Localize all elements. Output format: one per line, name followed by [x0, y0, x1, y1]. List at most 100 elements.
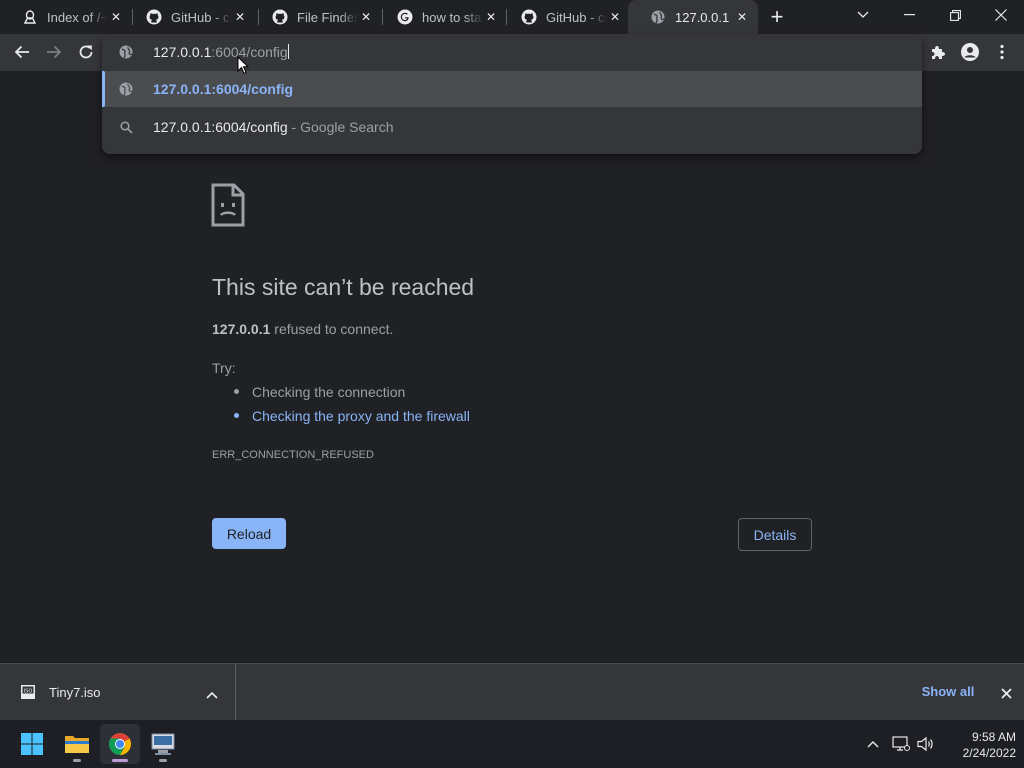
omnibox-suggestion-search[interactable]: 127.0.0.1:6004/config - Google Search: [102, 109, 922, 145]
chrome-taskbar-button[interactable]: [100, 724, 140, 764]
search-icon: [118, 119, 134, 135]
omnibox-dropdown: 127.0.0.1:6004/config 127.0.0.1:6004/con…: [102, 34, 922, 154]
clock-time: 9:58 AM: [971, 730, 1016, 744]
new-tab-button[interactable]: +: [764, 5, 790, 29]
chrome-icon: [109, 733, 131, 755]
sad-page-icon: [211, 183, 245, 232]
suggestion-text: 127.0.0.1:6004/config: [153, 81, 294, 97]
file-explorer-icon: [65, 736, 89, 753]
windows-start-icon: [21, 733, 43, 755]
mouse-cursor: [237, 55, 250, 80]
network-config-button[interactable]: [143, 724, 183, 764]
tab-close-icon[interactable]: ✕: [232, 9, 248, 25]
clock[interactable]: 9:58 AM 2/24/2022: [944, 729, 1016, 761]
chevron-down-icon: [857, 11, 869, 18]
address-input[interactable]: 127.0.0.1:6004/config: [153, 44, 289, 60]
tab-strip: Index of /~ ✕ GitHub - co ✕ File Finder …: [0, 0, 1024, 34]
error-title: This site can’t be reached: [212, 274, 475, 300]
text-caret: [287, 44, 289, 59]
menu-button[interactable]: [987, 37, 1017, 67]
tab-close-icon[interactable]: ✕: [734, 9, 750, 25]
volume-icon: [917, 736, 933, 752]
close-icon: [1000, 687, 1012, 699]
suggestion-check-proxy-link[interactable]: Checking the proxy and the firewall: [234, 408, 470, 424]
omnibox-suggestion-url[interactable]: 127.0.0.1:6004/config: [102, 71, 922, 107]
separator: [986, 677, 987, 707]
tab-github-1[interactable]: GitHub - co ✕: [124, 0, 256, 34]
tab-title: GitHub - co: [171, 9, 232, 25]
show-all-button[interactable]: Show all: [910, 684, 986, 699]
profile-button[interactable]: [955, 37, 985, 67]
bullet: [234, 389, 239, 394]
tab-google-search[interactable]: how to star ✕: [375, 0, 507, 34]
tab-title: Index of /~: [47, 9, 108, 25]
more-vertical-icon: [1000, 44, 1004, 60]
url-host: 127.0.0.1: [153, 44, 212, 60]
minimize-button[interactable]: [886, 0, 932, 30]
chevron-up-icon: [867, 741, 879, 748]
back-button[interactable]: [7, 37, 37, 67]
tab-active-localhost[interactable]: 127.0.0.1 ✕: [628, 0, 758, 34]
profile-icon: [961, 43, 979, 61]
running-indicator: [159, 759, 167, 762]
tab-github-2[interactable]: GitHub - co ✕: [499, 0, 631, 34]
suggestion-suffix: - Google Search: [287, 119, 394, 135]
chevron-up-icon[interactable]: [206, 686, 218, 704]
forward-button[interactable]: [39, 37, 69, 67]
clock-date: 2/24/2022: [962, 746, 1016, 760]
download-item[interactable]: ISO Tiny7.iso: [0, 664, 236, 720]
reload-icon: [79, 45, 93, 59]
tab-title: how to star: [422, 9, 483, 25]
close-window-button[interactable]: [978, 0, 1024, 30]
tab-close-icon[interactable]: ✕: [358, 9, 374, 25]
folder-linux-icon: [22, 9, 38, 25]
tab-close-icon[interactable]: ✕: [607, 9, 623, 25]
tab-close-icon[interactable]: ✕: [108, 9, 124, 25]
github-icon: [521, 9, 537, 25]
bullet: [234, 413, 239, 418]
globe-icon: [650, 9, 666, 25]
volume-tray-button[interactable]: [916, 734, 936, 754]
network-config-icon: [151, 733, 175, 755]
show-hidden-icons-button[interactable]: [863, 734, 883, 754]
globe-icon: [118, 81, 134, 97]
restore-button[interactable]: [932, 0, 978, 30]
network-tray-button[interactable]: [891, 734, 911, 754]
running-indicator: [112, 759, 128, 762]
close-download-bar-button[interactable]: [996, 683, 1016, 703]
plus-icon: +: [770, 4, 784, 29]
suggestion-text: Checking the connection: [252, 384, 406, 400]
github-icon: [146, 9, 162, 25]
error-host: 127.0.0.1: [212, 321, 271, 337]
reload-button[interactable]: Reload: [212, 518, 286, 549]
tab-title: 127.0.0.1: [675, 9, 730, 25]
suggestion-query: 127.0.0.1:6004/config: [153, 119, 288, 135]
start-button[interactable]: [12, 724, 52, 764]
try-label: Try:: [212, 360, 236, 376]
reload-toolbar-button[interactable]: [71, 37, 101, 67]
tab-close-icon[interactable]: ✕: [483, 9, 499, 25]
tab-title: GitHub - co: [546, 9, 607, 25]
windows-taskbar: 9:58 AM 2/24/2022: [0, 720, 1024, 768]
download-bar: ISO Tiny7.iso Show all: [0, 663, 1024, 720]
details-button[interactable]: Details: [738, 518, 812, 551]
address-bar[interactable]: 127.0.0.1:6004/config: [102, 34, 922, 70]
suggestion-text: 127.0.0.1:6004/config - Google Search: [153, 119, 394, 135]
restore-icon: [949, 9, 961, 21]
file-explorer-button[interactable]: [57, 724, 97, 764]
url-path: :6004/config: [211, 44, 288, 60]
download-file-name: Tiny7.iso: [49, 685, 101, 700]
extensions-button[interactable]: [923, 37, 953, 67]
error-code: ERR_CONNECTION_REFUSED: [212, 449, 374, 461]
puzzle-icon: [932, 46, 945, 59]
svg-text:ISO: ISO: [24, 688, 33, 694]
tab-search-button[interactable]: [840, 0, 886, 30]
suggestion-check-connection: Checking the connection: [234, 384, 405, 400]
suggestion-text[interactable]: Checking the proxy and the firewall: [252, 408, 470, 424]
arrow-right-icon: [47, 45, 62, 59]
github-icon: [272, 9, 288, 25]
tab-title: File Finder: [297, 9, 358, 25]
tab-file-finder[interactable]: File Finder ✕: [250, 0, 382, 34]
error-description: 127.0.0.1 refused to connect.: [212, 321, 393, 337]
tab-index[interactable]: Index of /~ ✕: [0, 0, 132, 34]
